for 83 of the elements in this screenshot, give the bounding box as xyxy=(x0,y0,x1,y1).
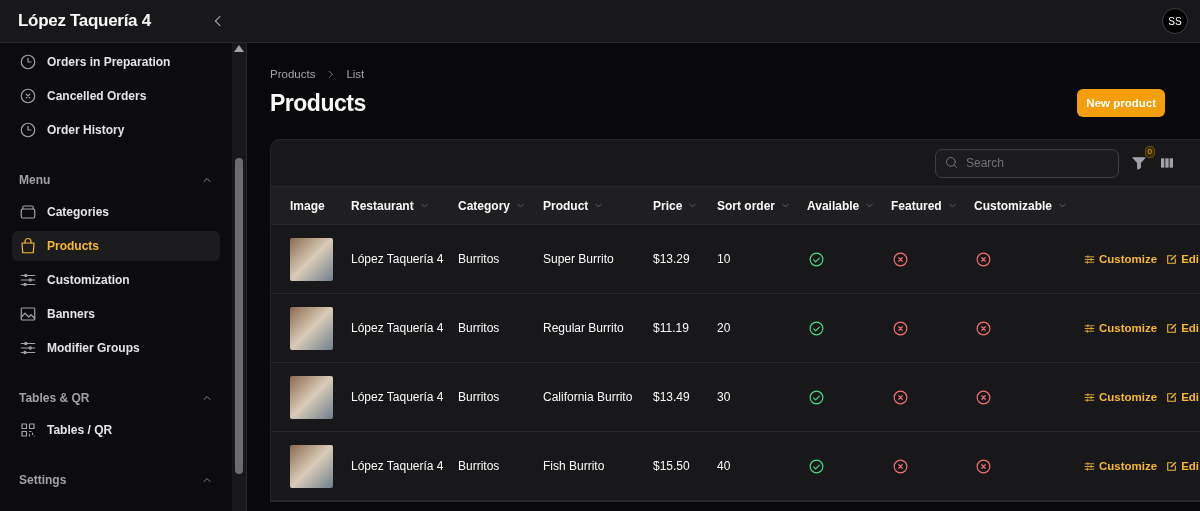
customize-link[interactable]: Customize xyxy=(1083,459,1158,473)
edit-link[interactable]: Edi xyxy=(1165,459,1200,473)
column-header[interactable]: Featured xyxy=(891,198,974,213)
search-field[interactable]: Search xyxy=(935,148,1119,178)
columns-icon xyxy=(1159,155,1175,171)
table-cell-text: California Burrito xyxy=(543,390,634,404)
product-photo-placeholder xyxy=(290,306,333,350)
table-cell-text: Burritos xyxy=(458,459,501,473)
sidebar-item[interactable]: Categories xyxy=(12,197,220,227)
app-title: López Taquería 4 xyxy=(18,11,152,31)
sliders-icon xyxy=(1083,252,1096,266)
qr-code-icon xyxy=(19,421,37,439)
user-avatar[interactable]: SS xyxy=(1162,8,1188,34)
product-photo-placeholder xyxy=(290,444,333,488)
filter-count-badge: 0 xyxy=(1144,146,1155,158)
edit-icon xyxy=(1165,321,1179,335)
scrollbar[interactable] xyxy=(232,43,246,511)
breadcrumb-link[interactable]: List xyxy=(346,68,365,80)
column-header[interactable]: Restaurant xyxy=(351,198,458,213)
table-cell-text: López Taquería 4 xyxy=(351,252,445,266)
table-cell-text: Fish Burrito xyxy=(543,459,606,473)
sidebar-item[interactable]: Cancelled Orders xyxy=(12,81,220,111)
sidebar-item[interactable]: Order History xyxy=(12,115,220,145)
table-cell-text: 20 xyxy=(717,321,732,335)
search-icon xyxy=(944,154,959,170)
table-cell-text: Super Burrito xyxy=(543,252,615,266)
column-header[interactable]: Product xyxy=(543,198,653,213)
table-cell-text: $11.19 xyxy=(653,321,690,335)
product-photo-placeholder xyxy=(290,375,333,419)
filter-button[interactable] xyxy=(1131,155,1147,171)
sliders-icon xyxy=(1083,390,1096,404)
sliders-icon xyxy=(19,339,37,357)
column-header[interactable]: Price xyxy=(653,198,717,213)
table-cell-text: 30 xyxy=(717,390,732,404)
table-cell-text: López Taquería 4 xyxy=(351,321,445,335)
sliders-icon xyxy=(1083,459,1096,473)
edit-icon xyxy=(1165,252,1179,266)
table-cell-text: $15.50 xyxy=(653,459,691,473)
tray-icon xyxy=(19,203,37,221)
sidebar-item[interactable]: Tables / QR xyxy=(12,415,220,445)
table-cell-text: Burritos xyxy=(458,252,501,266)
sidebar-item[interactable]: Banners xyxy=(12,299,220,329)
nav-group-label: Settings xyxy=(19,473,67,487)
table-cell-text: López Taquería 4 xyxy=(351,459,445,473)
sliders-icon xyxy=(1083,321,1096,335)
table-cell-text: $13.29 xyxy=(653,252,691,266)
customize-link[interactable]: Customize xyxy=(1083,321,1158,335)
clock-icon xyxy=(19,121,37,139)
cross-circle-icon xyxy=(19,87,37,105)
funnel-icon xyxy=(1131,155,1147,171)
column-header[interactable]: Available xyxy=(807,198,891,213)
breadcrumb-link[interactable]: Products xyxy=(270,68,316,80)
columns-button[interactable] xyxy=(1159,155,1175,171)
table-cell-text: López Taquería 4 xyxy=(351,390,445,404)
sidebar-item[interactable]: Customization xyxy=(12,265,220,295)
column-header[interactable]: Category xyxy=(458,198,543,213)
table-cell-text: Regular Burrito xyxy=(543,321,625,335)
table-cell-text: 10 xyxy=(717,252,732,266)
sidebar-item[interactable]: Modifier Groups xyxy=(12,333,220,363)
edit-link[interactable]: Edi xyxy=(1165,321,1200,335)
page-title: Products xyxy=(270,89,366,117)
sidebar-item[interactable]: Orders in Preparation xyxy=(12,47,220,77)
table-cell-text: $13.49 xyxy=(653,390,691,404)
table-cell-text: 40 xyxy=(717,459,732,473)
customize-link[interactable]: Customize xyxy=(1083,390,1158,404)
column-header[interactable]: Customizable xyxy=(974,198,1083,213)
edit-icon xyxy=(1165,459,1179,473)
edit-link[interactable]: Edi xyxy=(1165,390,1200,404)
product-photo-placeholder xyxy=(290,237,333,281)
column-header[interactable]: Sort order xyxy=(717,198,807,213)
nav-group-label: Tables & QR xyxy=(19,391,90,405)
customize-link[interactable]: Customize xyxy=(1083,252,1158,266)
column-header: Image xyxy=(290,198,326,213)
image-icon xyxy=(19,305,37,323)
clock-icon xyxy=(19,53,37,71)
edit-icon xyxy=(1165,390,1179,404)
sidebar-item[interactable]: Products xyxy=(12,231,220,261)
table-cell-text: Burritos xyxy=(458,390,501,404)
table-cell-text: Burritos xyxy=(458,321,501,335)
nav-group-label: Menu xyxy=(19,173,51,187)
shopping-bag-icon xyxy=(19,237,37,255)
sliders-icon xyxy=(19,271,37,289)
edit-link[interactable]: Edi xyxy=(1165,252,1200,266)
